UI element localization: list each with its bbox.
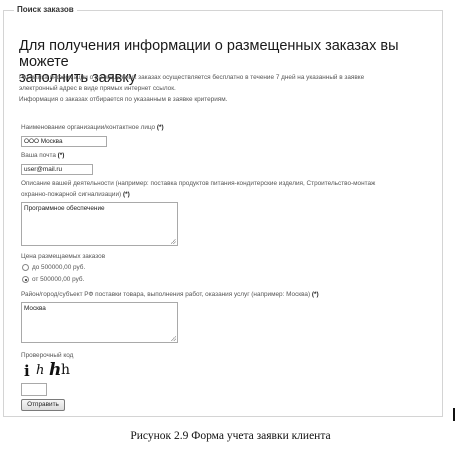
region-label-text: Район/город/субъект РФ поставки товара, … [21,291,311,298]
captcha-label: Проверочный код [21,352,74,359]
activity-textarea-value: Программное обеспечение [24,205,105,212]
org-field[interactable]: ООО Москва [21,136,107,147]
intro-text: Рассылка информации о размещенных заказа… [19,72,434,106]
radio-unchecked-icon[interactable] [22,264,29,271]
price-option-under-label: до 500000,00 руб. [32,264,86,271]
price-label: Цена размещаемых заказов [21,253,106,260]
email-field[interactable]: user@mail.ru [21,164,93,175]
price-option-over[interactable]: от 500000,00 руб. [22,276,84,283]
price-option-over-label: от 500000,00 руб. [32,276,85,283]
activity-required-mark: (*) [122,191,130,198]
page-title-line-1: Для получения информации о размещенных з… [19,38,399,70]
org-label-text: Наименование организации/контактное лицо [21,124,156,131]
captcha-input[interactable] [21,383,47,396]
price-option-under[interactable]: до 500000,00 руб. [22,264,85,271]
captcha-char: h [49,360,62,380]
submit-button[interactable]: Отправить [21,399,65,411]
org-required-mark: (*) [156,124,164,131]
email-required-mark: (*) [57,152,65,159]
resize-grip-icon[interactable] [171,239,176,244]
region-textarea[interactable]: Москва [21,302,178,343]
captcha-char: h [36,363,45,378]
region-required-mark: (*) [311,291,319,298]
activity-label-line-2: охранно-пожарной сигнализации) (*) [21,190,130,199]
email-label: Ваша почта (*) [21,151,64,160]
email-label-text: Ваша почта [21,152,56,159]
intro-line-2: электронный адрес в виде прямых интернет… [19,85,176,93]
resize-grip-icon[interactable] [171,336,176,341]
org-label: Наименование организации/контактное лицо… [21,123,164,132]
region-textarea-value: Москва [24,305,46,312]
region-label: Район/город/субъект РФ поставки товара, … [21,290,319,299]
captcha-char: i [24,362,30,380]
radio-checked-icon[interactable] [22,276,29,283]
activity-label-text: охранно-пожарной сигнализации) [21,191,122,198]
figure-caption: Рисунок 2.9 Форма учета заявки клиента [130,430,331,442]
activity-label-line-1: Описание вашей деятельности (например: п… [21,180,376,187]
captcha-char: h [61,362,71,378]
text-cursor [453,408,455,421]
intro-line-1: Рассылка информации о размещенных заказа… [19,74,365,81]
fieldset-legend: Поиск заказов [14,4,77,16]
intro-line-3: Информация о заказах отбирается по указа… [19,96,228,104]
captcha-image: i h h h [24,360,76,380]
activity-textarea[interactable]: Программное обеспечение [21,202,178,246]
